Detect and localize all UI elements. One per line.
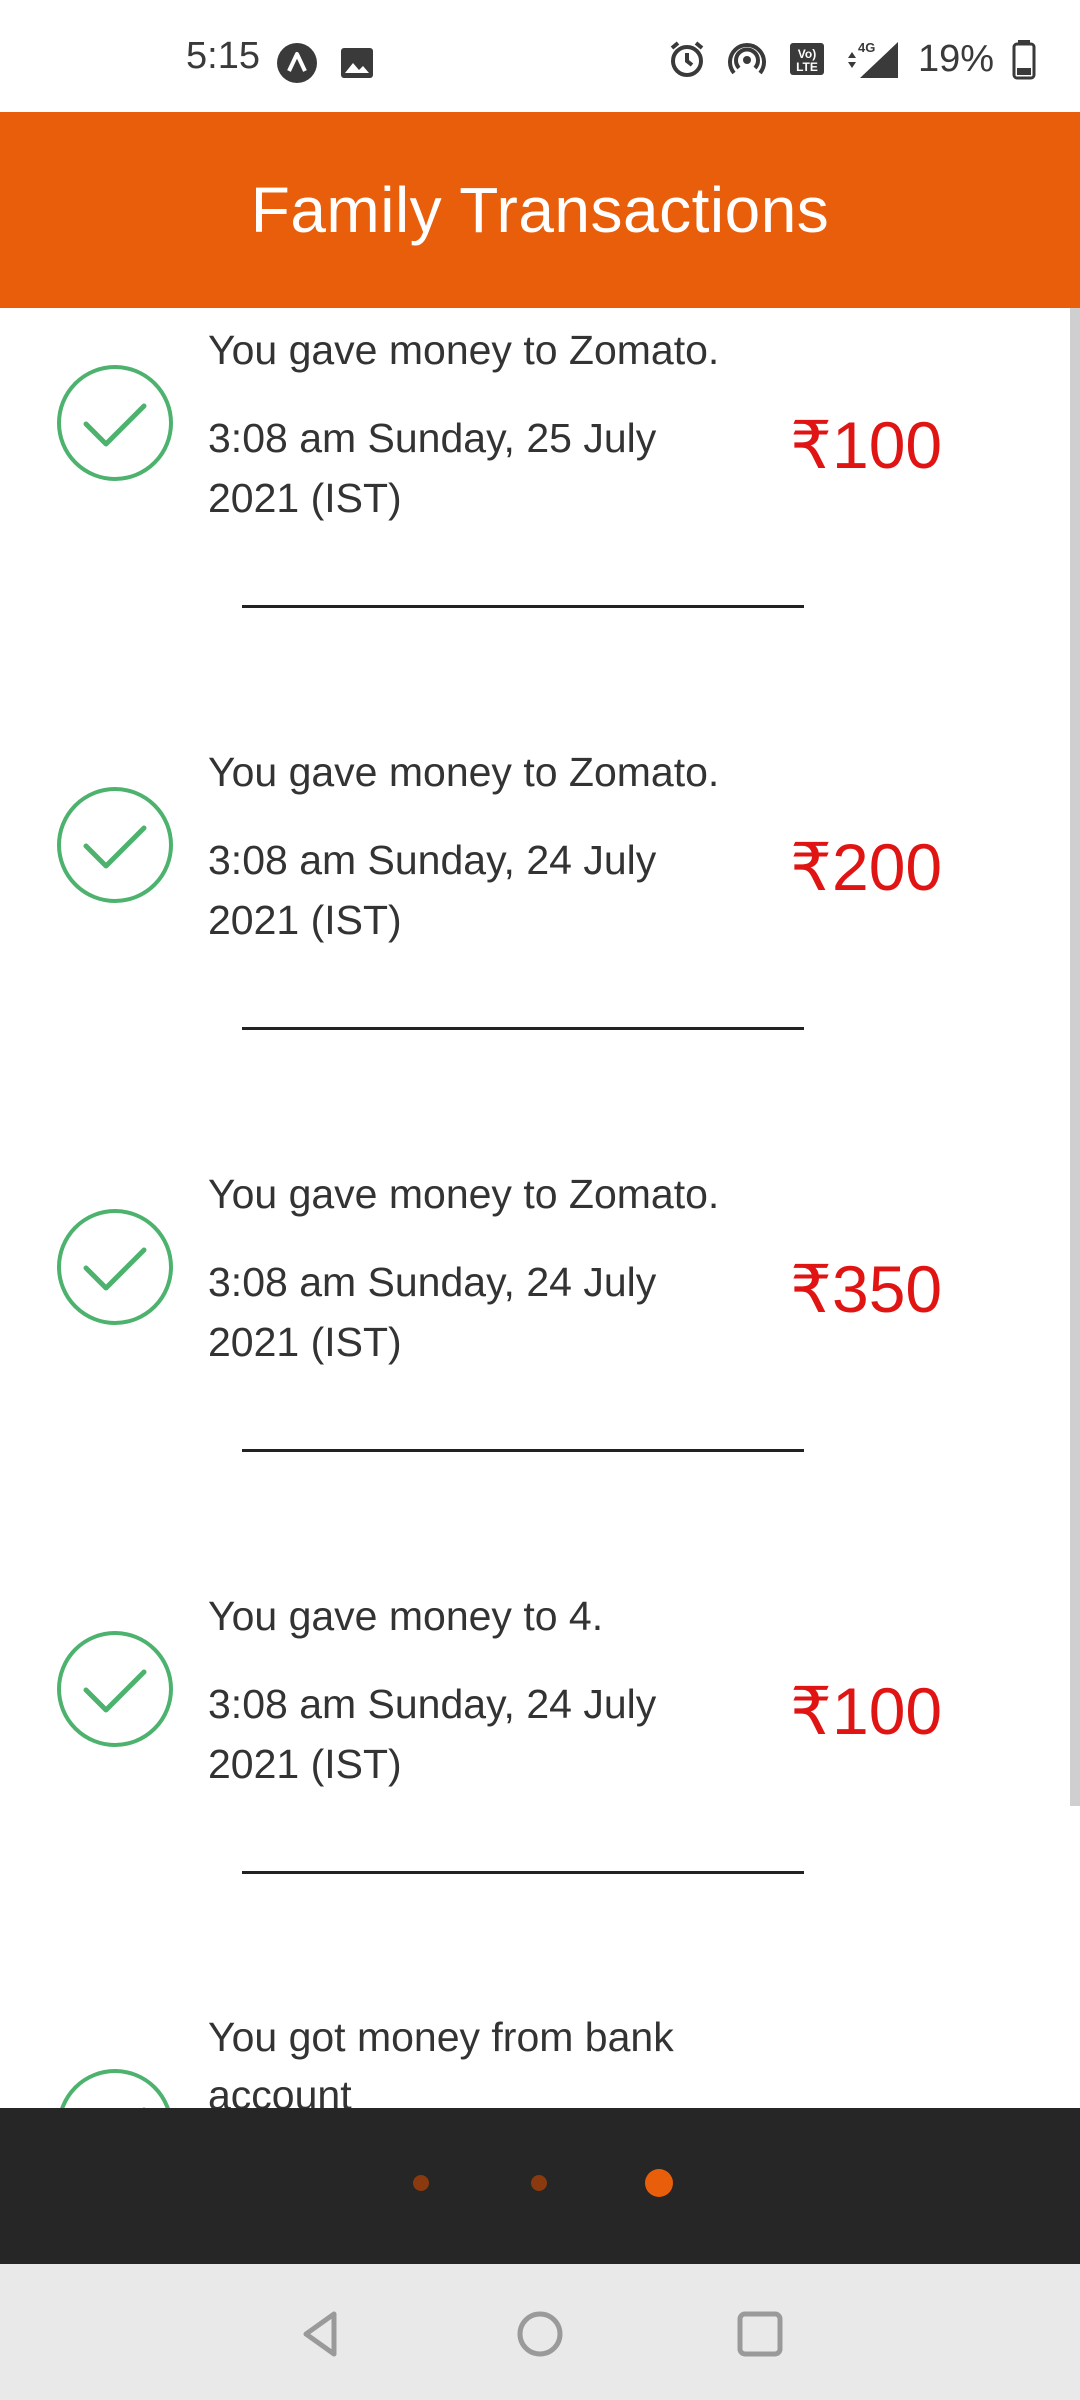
divider [242, 1027, 804, 1030]
divider [242, 605, 804, 608]
assistant-icon [277, 43, 317, 83]
home-icon[interactable] [512, 2306, 568, 2362]
transaction-amount: ₹100 [790, 1674, 943, 1748]
transaction-item[interactable]: You gave money to 4. 3:08 am Sunday, 24 … [0, 1574, 1080, 1996]
status-left-icons [276, 42, 378, 84]
scrollbar[interactable] [1070, 308, 1080, 1806]
page-indicator [0, 2108, 1080, 2264]
network-label: 4G [858, 40, 875, 55]
transaction-list[interactable]: You gave money to Zomato. 3:08 am Sunday… [0, 308, 1080, 2108]
transaction-date: 3:08 am Sunday, 24 July 2021 (IST) [208, 1259, 657, 1365]
image-icon [341, 48, 373, 78]
page-dot[interactable] [531, 2175, 547, 2191]
transaction-item[interactable]: You gave money to Zomato. 3:08 am Sunday… [0, 308, 1080, 730]
transaction-description: You gave money to Zomato. [208, 749, 720, 795]
alarm-icon [670, 41, 704, 77]
recents-icon[interactable] [732, 2306, 788, 2362]
check-circle-icon [57, 365, 173, 481]
volte-icon: Vo) LTE [789, 43, 824, 75]
transaction-date: 3:08 am Sunday, 24 July 2021 (IST) [208, 837, 657, 943]
hotspot-icon [728, 43, 766, 75]
divider [242, 1871, 804, 1874]
transaction-amount: ₹200 [790, 830, 943, 904]
transaction-date: 3:08 am Sunday, 25 July 2021 (IST) [208, 415, 657, 521]
system-nav-bar [0, 2264, 1080, 2400]
transaction-description: You gave money to 4. [208, 1593, 604, 1639]
battery-percent: 19% [917, 38, 994, 80]
page-dot[interactable] [413, 2175, 429, 2191]
transaction-item[interactable]: You got money from bank account [0, 1996, 1080, 2108]
status-bar: 5:15 Vo) LTE 4G 19% [0, 0, 1080, 112]
transaction-description: You gave money to Zomato. [208, 1171, 720, 1217]
svg-text:Vo): Vo) [798, 47, 816, 61]
check-circle-icon [57, 787, 173, 903]
transaction-amount: ₹100 [790, 408, 943, 482]
divider [242, 1449, 804, 1452]
battery-icon [1012, 40, 1036, 80]
check-circle-icon [57, 1209, 173, 1325]
check-circle-icon [57, 1631, 173, 1747]
transaction-amount: ₹350 [790, 1252, 943, 1326]
transaction-item[interactable]: You gave money to Zomato. 3:08 am Sunday… [0, 730, 1080, 1152]
transaction-item[interactable]: You gave money to Zomato. 3:08 am Sunday… [0, 1152, 1080, 1574]
transaction-description: You got money from bank account [208, 2014, 674, 2108]
svg-text:LTE: LTE [796, 60, 818, 74]
status-time: 5:15 [186, 35, 260, 77]
transaction-date: 3:08 am Sunday, 24 July 2021 (IST) [208, 1681, 657, 1787]
status-right-icons: Vo) LTE 4G 19% [666, 38, 1036, 80]
signal-icon: 4G [847, 40, 898, 78]
app-header: Family Transactions [0, 112, 1080, 308]
transaction-description: You gave money to Zomato. [208, 327, 720, 373]
page-title: Family Transactions [250, 174, 830, 246]
back-icon[interactable] [294, 2306, 350, 2362]
page-dot-active[interactable] [645, 2169, 673, 2197]
check-circle-icon [60, 2069, 170, 2108]
